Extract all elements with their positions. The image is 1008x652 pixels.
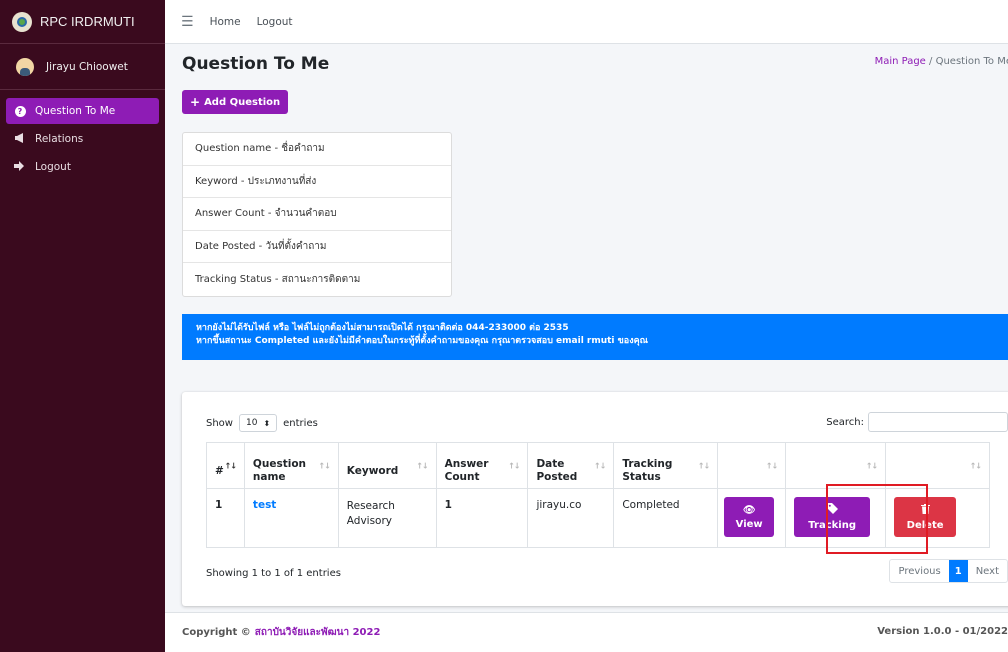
sign-out-icon <box>14 160 26 174</box>
footer-version: Version 1.0.0 - 01/2022 <box>877 626 1008 637</box>
show-label: Show <box>206 417 233 429</box>
sidebar-item-label: Relations <box>35 133 84 145</box>
brand[interactable]: RPC IRDRMUTI <box>0 0 165 44</box>
breadcrumb: Main Page / Question To Me <box>875 56 1008 67</box>
column-header-tracking[interactable]: ↑↓ <box>785 442 887 489</box>
column-header-date-posted[interactable]: Date Posted ↑↓ <box>527 442 615 489</box>
sort-icon: ↑↓ <box>508 461 520 470</box>
add-question-label: Add Question <box>204 96 281 108</box>
user-panel[interactable]: Jirayu Chioowet <box>0 44 165 90</box>
pagination-next[interactable]: Next <box>968 560 1007 582</box>
alert-line-2: หากขึ้นสถานะ Completed และยังไม่มีคำตอบใ… <box>196 336 648 346</box>
sidebar-item-label: Question To Me <box>35 105 116 117</box>
column-legend: Question name - ชื่อคำถาม Keyword - ประเ… <box>182 132 452 297</box>
eye-icon: 👁 <box>742 504 756 516</box>
column-header-view[interactable]: ↑↓ <box>717 442 787 489</box>
hamburger-menu-icon[interactable]: ☰ <box>181 14 194 30</box>
sort-icon: ↑↓ <box>318 461 330 470</box>
top-navbar: ☰ Home Logout <box>165 0 1008 44</box>
megaphone-icon <box>14 132 26 146</box>
cell-number: 1 <box>206 488 245 548</box>
nav-home-link[interactable]: Home <box>210 16 241 28</box>
entries-select-value: 10 <box>245 418 258 428</box>
search-label: Search: <box>826 416 864 428</box>
column-header-keyword[interactable]: Keyword ↑↓ <box>337 442 437 489</box>
cell-keyword: Research Advisory <box>337 488 437 548</box>
sort-icon: ↑↓ <box>765 461 778 470</box>
column-header-answer-count[interactable]: Answer Count ↑↓ <box>435 442 529 489</box>
column-header-tracking-status[interactable]: Tracking Status ↑↓ <box>613 442 719 489</box>
question-link[interactable]: test <box>253 499 276 511</box>
legend-item: Date Posted - วันที่ตั้งคำถาม <box>183 231 451 263</box>
sort-icon: ↑↓ <box>969 461 982 470</box>
entries-select[interactable]: 10 ⬍ <box>238 414 278 432</box>
avatar <box>16 57 34 76</box>
questions-card: Show 10 ⬍ entries Search: # ↑↓ Question n… <box>182 392 1008 606</box>
sort-icon: ↑↓ <box>416 461 428 470</box>
breadcrumb-home-link[interactable]: Main Page <box>875 56 926 67</box>
legend-item: Question name - ชื่อคำถาม <box>183 133 451 166</box>
sidebar-item-relations[interactable]: Relations <box>6 126 159 152</box>
highlight-box-tracking <box>826 484 928 554</box>
brand-name: RPC IRDRMUTI <box>40 14 135 29</box>
chevron-updown-icon: ⬍ <box>263 418 271 428</box>
cell-posted-by: jirayu.co <box>527 488 615 548</box>
view-button-label: View <box>735 518 763 530</box>
table-header-row: # ↑↓ Question name ↑↓ Keyword ↑↓ Answer Cou… <box>206 442 990 489</box>
alert-line-1: หากยังไม่ได้รับไฟล์ หรือ ไฟล์ไม่ถูกต้องไ… <box>196 323 569 333</box>
main-content: Question To Me Main Page / Question To M… <box>165 44 1008 612</box>
cell-view-action: 👁 View <box>717 488 787 548</box>
sort-icon: ↑↓ <box>697 461 710 470</box>
table-info: Showing 1 to 1 of 1 entries <box>206 568 341 579</box>
brand-logo-icon <box>12 11 32 32</box>
sidebar-item-label: Logout <box>35 161 71 173</box>
page-title: Question To Me <box>182 54 330 74</box>
sidebar: RPC IRDRMUTI Jirayu Chioowet ? Question … <box>0 0 165 652</box>
question-circle-icon: ? <box>14 105 26 117</box>
info-alert: หากยังไม่ได้รับไฟล์ หรือ ไฟล์ไม่ถูกต้องไ… <box>182 314 1008 360</box>
version-value: 1.0.0 - 01/2022 <box>923 626 1008 637</box>
user-name: Jirayu Chioowet <box>46 60 128 73</box>
view-button[interactable]: 👁 View <box>724 497 775 537</box>
entries-length-control: Show 10 ⬍ entries <box>206 414 318 432</box>
cell-status: Completed <box>613 488 719 548</box>
footer-copyright: Copyright © <box>182 627 251 638</box>
table-search: Search: <box>826 412 1008 432</box>
footer-org-link[interactable]: สถาบันวิจัยและพัฒนา 2022 <box>255 625 381 640</box>
sidebar-item-logout[interactable]: Logout <box>6 154 159 180</box>
pagination: Previous 1 Next <box>889 559 1008 583</box>
legend-item: Tracking Status - สถานะการติดตาม <box>195 273 361 285</box>
column-header-number[interactable]: # ↑↓ <box>206 442 245 489</box>
legend-item: Answer Count - จำนวนคำตอบ <box>183 198 451 231</box>
sort-icon: ↑↓ <box>865 461 878 470</box>
sidebar-item-question-to-me[interactable]: ? Question To Me <box>6 98 159 124</box>
version-label: Version <box>877 626 920 637</box>
sort-asc-icon: ↑↓ <box>224 461 237 470</box>
search-input[interactable] <box>868 412 1008 432</box>
footer: Copyright © สถาบันวิจัยและพัฒนา 2022 Ver… <box>165 612 1008 652</box>
add-question-button[interactable]: + Add Question <box>182 90 289 114</box>
legend-item: Keyword - ประเภทงานที่ส่ง <box>183 166 451 198</box>
pagination-previous[interactable]: Previous <box>890 560 948 582</box>
column-header-delete[interactable]: ↑↓ <box>885 442 990 489</box>
pagination-page-1[interactable]: 1 <box>948 560 968 582</box>
entries-label: entries <box>283 417 318 429</box>
cell-question-name: test <box>243 488 339 548</box>
sort-icon: ↑↓ <box>593 461 606 470</box>
plus-icon: + <box>190 95 201 109</box>
column-header-question-name[interactable]: Question name ↑↓ <box>243 442 339 489</box>
breadcrumb-separator: / <box>929 56 933 67</box>
cell-answer-count: 1 <box>435 488 529 548</box>
breadcrumb-current: Question To Me <box>935 56 1008 67</box>
sidebar-nav: ? Question To Me Relations Logout <box>0 90 165 190</box>
nav-logout-link[interactable]: Logout <box>257 16 293 28</box>
